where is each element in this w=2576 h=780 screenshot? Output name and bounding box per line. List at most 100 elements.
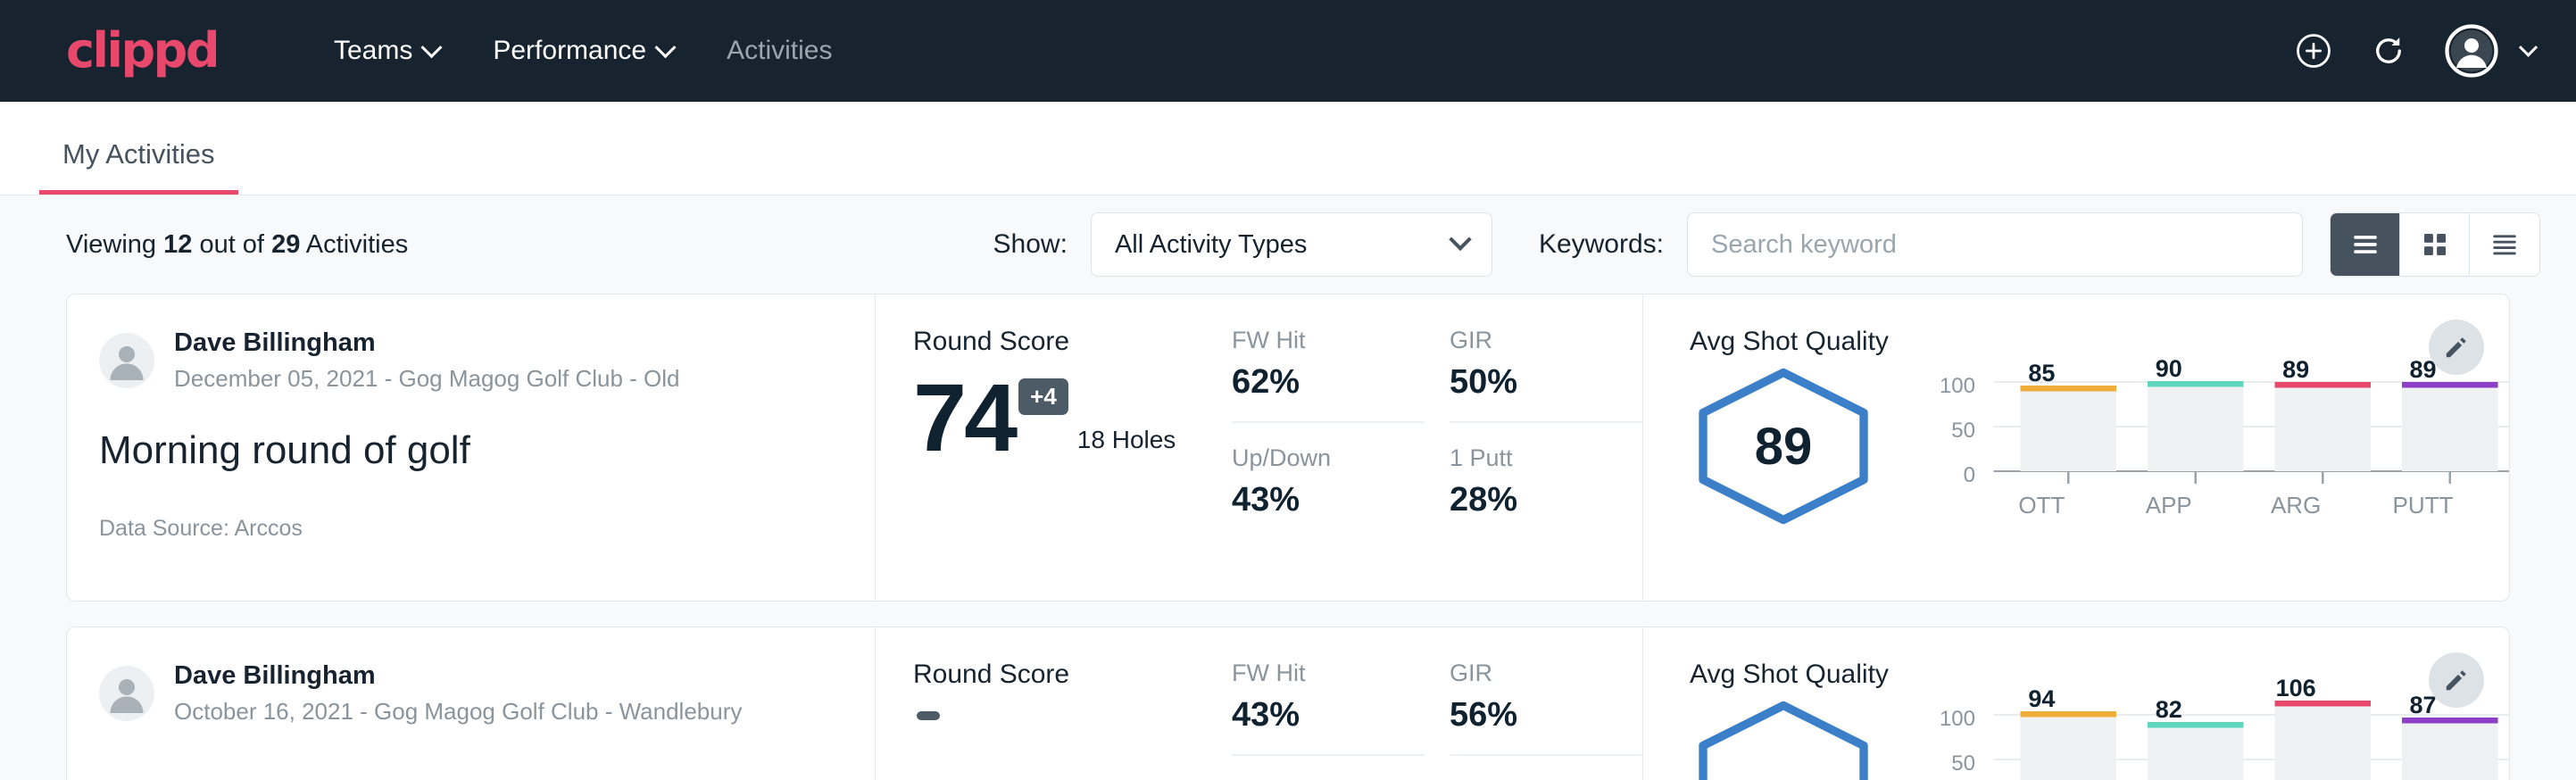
bar-value-arg: 89 [2248, 356, 2344, 384]
stat-1-putt-label: 1 Putt [1450, 444, 1621, 472]
stat-fw-hit-label: FW Hit [1232, 327, 1403, 354]
shot-quality-bar-chart: 100 50 0 94 82 106 87 OTT APP ARG PUTT [1929, 695, 2509, 780]
stat-fw-hit-label: FW Hit [1232, 660, 1403, 687]
view-mode-toggle-group [2330, 212, 2540, 277]
avg-shot-quality-label: Avg Shot Quality [1690, 327, 2509, 357]
activity-meta: October 16, 2021 - Gog Magog Golf Club -… [174, 695, 742, 727]
bar-value-arg: 106 [2248, 675, 2344, 702]
nav-item-teams-label: Teams [334, 36, 412, 66]
person-avatar-icon [99, 333, 154, 388]
clippd-logo[interactable]: clippd [66, 27, 218, 75]
avg-shot-quality-column: Avg Shot Quality 89 [1642, 295, 2509, 601]
nav-item-teams[interactable]: Teams [307, 36, 466, 66]
avg-shot-quality-body: 89 [1690, 362, 2509, 532]
keywords-label: Keywords: [1539, 229, 1664, 260]
bar-value-app: 82 [2121, 696, 2216, 724]
account-menu[interactable] [2445, 24, 2535, 78]
refresh-icon [2370, 32, 2407, 70]
chevron-down-icon [2519, 37, 2538, 56]
round-score-column: Round Score [875, 627, 1232, 780]
author-name: Dave Billingham [174, 327, 680, 361]
filter-controls: Show: All Activity Types Keywords: [993, 212, 2540, 277]
nav-item-activities[interactable]: Activities [700, 36, 859, 66]
stat-fw-hit: FW Hit 62% [1232, 327, 1425, 423]
account-avatar-icon [2445, 24, 2498, 78]
nav-item-performance-label: Performance [493, 36, 646, 66]
nav-item-performance[interactable]: Performance [466, 36, 700, 66]
nav-actions [2295, 24, 2535, 78]
round-score-differential-badge [917, 711, 940, 720]
y-tick-100: 100 [1929, 374, 1975, 399]
avatar [99, 666, 154, 721]
chevron-down-icon [1449, 228, 1471, 251]
round-score-label: Round Score [913, 660, 1232, 690]
y-tick-50: 50 [1929, 419, 1975, 444]
quality-score-value [1690, 699, 1877, 780]
pencil-icon [2442, 333, 2471, 361]
bar-value-app: 90 [2121, 355, 2216, 383]
y-tick-0: 0 [1929, 463, 1975, 488]
activity-type-select[interactable]: All Activity Types [1091, 212, 1492, 277]
activity-info-column: Dave Billingham October 16, 2021 - Gog M… [67, 627, 875, 780]
edit-activity-button[interactable] [2429, 319, 2484, 375]
tab-my-activities[interactable]: My Activities [39, 138, 238, 195]
viewing-prefix: Viewing [66, 230, 156, 259]
view-mode-compact-button[interactable] [2470, 213, 2539, 276]
show-label: Show: [993, 229, 1068, 260]
grid-view-icon [2420, 229, 2450, 260]
stat-up-down-value: 43% [1232, 481, 1403, 519]
activity-card[interactable]: Dave Billingham October 16, 2021 - Gog M… [66, 626, 2510, 780]
avg-shot-quality-column: Avg Shot Quality [1642, 627, 2509, 780]
top-navigation-bar: clippd Teams Performance Activities [0, 0, 2576, 102]
round-score-value-row: 74 +4 18 Holes [913, 373, 1232, 461]
activity-title: Morning round of golf [99, 428, 875, 473]
search-input[interactable] [1687, 212, 2303, 277]
activity-card[interactable]: Dave Billingham December 05, 2021 - Gog … [66, 294, 2510, 602]
bar-value-ott: 85 [1994, 360, 2090, 387]
refresh-button[interactable] [2370, 32, 2407, 70]
stat-up-down [1232, 756, 1425, 780]
bar-value-ott: 94 [1994, 685, 2090, 713]
activity-type-select-value: All Activity Types [1115, 230, 1307, 260]
compact-view-icon [2489, 229, 2520, 260]
add-activity-button[interactable] [2295, 32, 2332, 70]
stat-1-putt: 1 Putt 28% [1450, 423, 1642, 519]
pencil-icon [2442, 666, 2471, 694]
view-mode-list-button[interactable] [2331, 213, 2400, 276]
x-label-putt: PUTT [2375, 492, 2471, 519]
stat-gir: GIR 56% [1450, 660, 1642, 756]
stat-gir-value: 56% [1450, 696, 1621, 734]
activity-meta: December 05, 2021 - Gog Magog Golf Club … [174, 362, 680, 394]
stat-fw-hit: FW Hit 43% [1232, 660, 1425, 756]
x-label-ott: OTT [1994, 492, 2090, 519]
activity-data-source: Data Source: Arccos [99, 516, 875, 542]
activity-info-column: Dave Billingham December 05, 2021 - Gog … [67, 295, 875, 601]
activity-author: Dave Billingham December 05, 2021 - Gog … [99, 327, 875, 394]
page-tab-bar: My Activities [0, 102, 2576, 195]
round-score-label: Round Score [913, 327, 1232, 357]
round-stats-grid: FW Hit 62% GIR 50% Up/Down 43% 1 Putt 28… [1232, 295, 1642, 601]
view-mode-grid-button[interactable] [2400, 213, 2470, 276]
plus-circle-icon [2295, 32, 2332, 70]
quality-hexagon [1690, 699, 1877, 780]
main-nav-items: Teams Performance Activities [307, 36, 859, 66]
stat-fw-hit-value: 43% [1232, 696, 1403, 734]
stat-up-down-label: Up/Down [1232, 444, 1403, 472]
stat-fw-hit-value: 62% [1232, 363, 1403, 402]
avg-shot-quality-body: 100 50 0 94 82 106 87 OTT APP ARG PUTT [1690, 695, 2509, 780]
viewing-summary: Viewing 12 out of 29 Activities [66, 230, 408, 260]
chevron-down-icon [421, 37, 443, 58]
nav-item-activities-label: Activities [727, 36, 832, 66]
quality-hexagon: 89 [1690, 366, 1877, 527]
edit-activity-button[interactable] [2429, 652, 2484, 708]
chevron-down-icon [655, 37, 677, 58]
activity-list: Dave Billingham December 05, 2021 - Gog … [0, 294, 2576, 780]
list-view-icon [2350, 229, 2381, 260]
person-avatar-icon [99, 666, 154, 721]
y-tick-100: 100 [1929, 707, 1975, 732]
tab-my-activities-label: My Activities [62, 138, 215, 170]
filter-toolbar: Viewing 12 out of 29 Activities Show: Al… [0, 195, 2576, 294]
stat-gir-label: GIR [1450, 660, 1621, 687]
quality-score-value: 89 [1690, 366, 1877, 527]
round-score-value: 74 [913, 373, 1015, 461]
